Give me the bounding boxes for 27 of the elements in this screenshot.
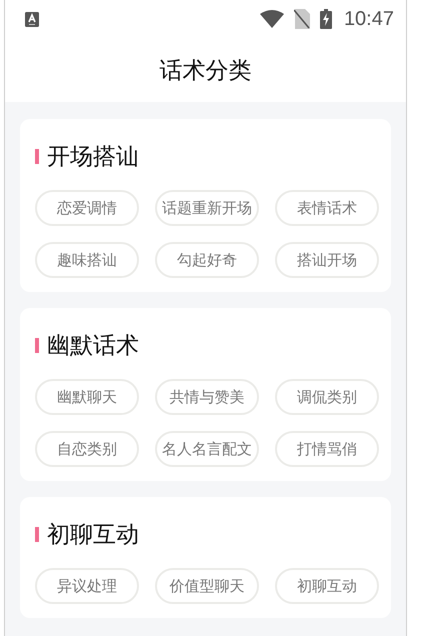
tag-chip[interactable]: 搭讪开场 xyxy=(275,242,379,278)
section-title: 开场搭讪 xyxy=(47,143,139,172)
tag-chip[interactable]: 幽默聊天 xyxy=(35,379,139,415)
tag-chip[interactable]: 自恋类别 xyxy=(35,431,139,467)
keyboard-a-icon xyxy=(25,12,39,26)
tag-chip[interactable]: 话题重新开场 xyxy=(155,190,259,226)
tag-chip[interactable]: 表情话术 xyxy=(275,190,379,226)
tag-chip[interactable]: 勾起好奇 xyxy=(155,242,259,278)
clock-time: 10:47 xyxy=(344,8,394,30)
tag-chip[interactable]: 共情与赞美 xyxy=(155,379,259,415)
tag-chip[interactable]: 趣味搭讪 xyxy=(35,242,139,278)
accent-bar xyxy=(35,149,39,164)
tag-chip[interactable]: 恋爱调情 xyxy=(35,190,139,226)
wifi-icon xyxy=(260,10,284,28)
tag-chip[interactable]: 打情骂俏 xyxy=(275,431,379,467)
accent-bar xyxy=(35,338,39,353)
tag-chip[interactable]: 初聊互动 xyxy=(275,568,379,604)
accent-bar xyxy=(35,527,39,542)
tag-chip[interactable]: 调侃类别 xyxy=(275,379,379,415)
battery-charging-icon xyxy=(320,9,332,29)
section-title: 幽默话术 xyxy=(47,332,139,361)
page-title: 话术分类 xyxy=(160,56,252,86)
no-sim-icon xyxy=(294,9,310,29)
tag-chip[interactable]: 异议处理 xyxy=(35,568,139,604)
section-title: 初聊互动 xyxy=(47,521,139,550)
tag-chip[interactable]: 价值型聊天 xyxy=(155,568,259,604)
tag-chip[interactable]: 名人名言配文 xyxy=(155,431,259,467)
